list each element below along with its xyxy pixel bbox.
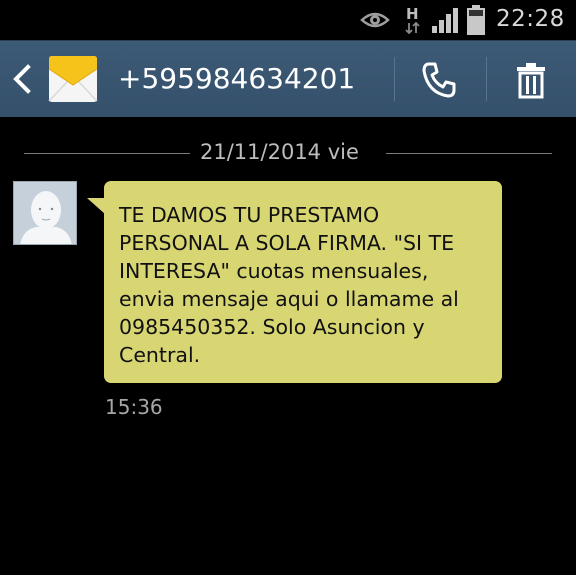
contact-number: +595984634201 (118, 62, 356, 95)
header-divider (486, 57, 487, 101)
call-icon[interactable] (420, 61, 458, 99)
date-separator: 21/11/2014 vie (24, 140, 552, 168)
default-person-icon (14, 182, 76, 244)
h-network-icon: H (405, 5, 420, 35)
date-label: 21/11/2014 vie (200, 140, 359, 164)
signal-icon (432, 8, 458, 33)
date-separator-line (24, 153, 190, 154)
message-bubble[interactable]: TE DAMOS TU PRESTAMO PERSONAL A SOLA FIR… (104, 181, 502, 383)
svg-text:H: H (406, 5, 419, 23)
status-time: 22:28 (496, 6, 565, 32)
bubble-tail (87, 198, 105, 214)
eye-icon (360, 12, 390, 28)
message-text: TE DAMOS TU PRESTAMO PERSONAL A SOLA FIR… (119, 203, 459, 367)
back-icon[interactable] (10, 63, 36, 95)
contact-avatar[interactable] (13, 181, 77, 245)
date-separator-line (386, 153, 552, 154)
delete-icon[interactable] (512, 61, 550, 99)
status-bar: H 22:28 (0, 0, 576, 40)
header-divider (394, 57, 395, 101)
envelope-icon (48, 56, 98, 102)
conversation-header: +595984634201 (0, 40, 576, 117)
message-time: 15:36 (105, 395, 163, 419)
battery-icon (467, 5, 485, 35)
